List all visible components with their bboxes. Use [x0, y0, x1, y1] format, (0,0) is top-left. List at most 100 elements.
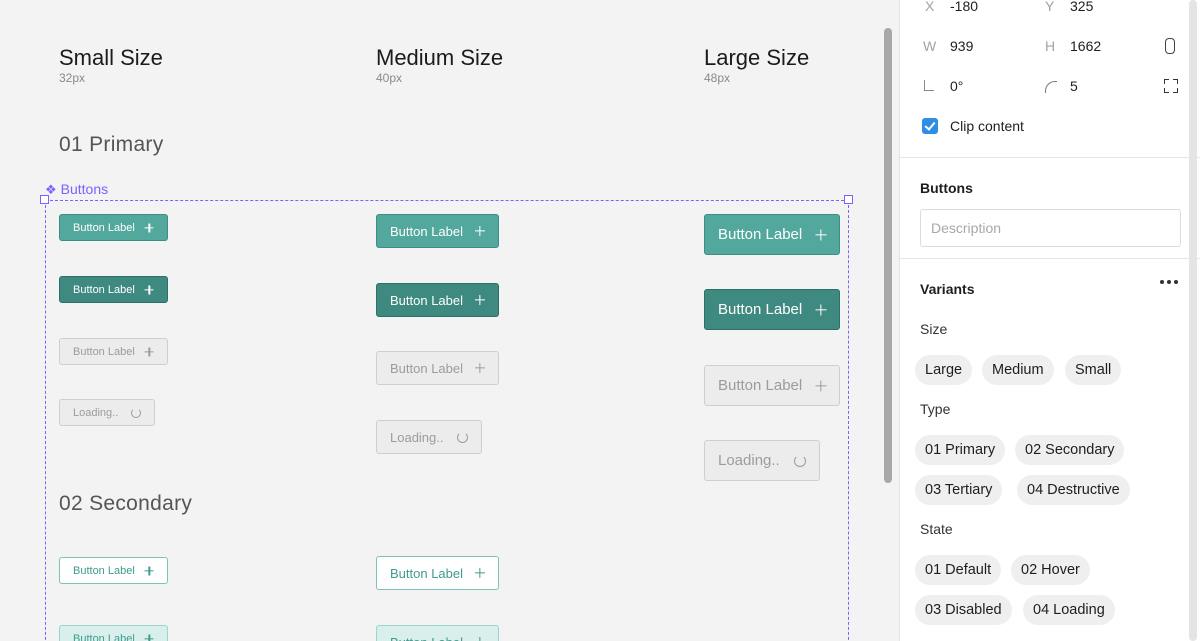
- x-value-input[interactable]: -180: [950, 0, 978, 14]
- selection-handle-top-right[interactable]: [844, 195, 853, 204]
- component-icon: ❖: [45, 181, 57, 197]
- button-primary-small-disabled[interactable]: Button Label: [59, 338, 168, 365]
- y-value-input[interactable]: 325: [1070, 0, 1093, 14]
- button-label: Button Label: [718, 226, 803, 243]
- chip-type-tertiary[interactable]: 03 Tertiary: [915, 475, 1003, 505]
- section-title-primary: 01 Primary: [59, 133, 164, 156]
- selection-handle-top-left[interactable]: [40, 195, 49, 204]
- button-primary-large-disabled[interactable]: Button Label: [704, 365, 841, 406]
- chip-state-loading[interactable]: 04 Loading: [1023, 595, 1115, 625]
- component-set-label[interactable]: ❖ Buttons: [45, 181, 108, 197]
- type-property-label: Type: [920, 401, 951, 417]
- button-primary-medium-default[interactable]: Button Label: [376, 214, 500, 248]
- button-label: Button Label: [73, 283, 135, 296]
- plus-icon: [815, 304, 826, 315]
- button-secondary-small-default[interactable]: Button Label: [59, 557, 168, 584]
- variants-title: Variants: [920, 281, 975, 297]
- column-title-large: Large Size: [704, 45, 810, 70]
- loading-label: Loading..: [73, 406, 119, 419]
- spinner-icon: [131, 407, 142, 418]
- column-subtitle-large: 48px: [704, 71, 731, 85]
- plus-icon: [475, 295, 485, 305]
- button-primary-large-default[interactable]: Button Label: [704, 214, 841, 255]
- rotation-icon: [924, 80, 934, 91]
- chip-type-primary[interactable]: 01 Primary: [915, 435, 1006, 465]
- button-label: Button Label: [390, 292, 464, 308]
- plus-icon: [145, 634, 154, 641]
- button-primary-large-loading[interactable]: Loading..: [704, 440, 820, 481]
- chip-size-large[interactable]: Large: [915, 355, 973, 385]
- button-secondary-medium-hover[interactable]: Button Label: [376, 625, 500, 641]
- column-subtitle-small: 32px: [59, 71, 86, 85]
- chip-size-small[interactable]: Small: [1065, 355, 1122, 385]
- plus-icon: [815, 380, 826, 391]
- plus-icon: [475, 568, 485, 578]
- loading-label: Loading..: [718, 452, 780, 469]
- button-label: Button Label: [73, 564, 135, 577]
- corner-radius-input[interactable]: 5: [1070, 78, 1078, 94]
- chip-type-secondary[interactable]: 02 Secondary: [1015, 435, 1125, 465]
- corner-radius-icon: [1045, 81, 1057, 93]
- button-label: Button Label: [390, 635, 463, 641]
- y-key: Y: [1045, 0, 1055, 14]
- divider: [900, 258, 1200, 259]
- x-key: X: [925, 0, 935, 14]
- chip-type-destructive[interactable]: 04 Destructive: [1017, 475, 1130, 505]
- button-primary-small-hover[interactable]: Button Label: [59, 276, 168, 303]
- button-label: Button Label: [718, 301, 803, 318]
- design-canvas[interactable]: Small Size 32px Medium Size 40px Large S…: [0, 0, 898, 641]
- plus-icon: [145, 285, 154, 294]
- plus-icon: [145, 566, 154, 575]
- chip-state-hover[interactable]: 02 Hover: [1011, 555, 1090, 585]
- plus-icon: [815, 229, 826, 240]
- column-subtitle-medium: 40px: [376, 71, 403, 85]
- height-input[interactable]: 1662: [1070, 38, 1101, 54]
- component-title: Buttons: [920, 180, 973, 196]
- button-primary-small-loading[interactable]: Loading..: [59, 399, 156, 426]
- button-primary-medium-disabled[interactable]: Button Label: [376, 351, 500, 385]
- spinner-icon: [793, 454, 806, 467]
- w-key: W: [923, 38, 937, 54]
- rotation-input[interactable]: 0°: [950, 78, 963, 94]
- divider: [900, 157, 1200, 158]
- more-options-icon[interactable]: [1160, 280, 1178, 284]
- section-title-secondary: 02 Secondary: [59, 492, 193, 515]
- spinner-icon: [456, 431, 468, 443]
- button-label: Button Label: [718, 377, 803, 394]
- clip-content-checkbox[interactable]: [922, 118, 938, 134]
- chip-size-medium[interactable]: Medium: [982, 355, 1054, 385]
- button-primary-medium-hover[interactable]: Button Label: [376, 283, 500, 317]
- button-primary-medium-loading[interactable]: Loading..: [376, 420, 482, 454]
- chip-state-disabled[interactable]: 03 Disabled: [915, 595, 1012, 625]
- column-title-small: Small Size: [59, 45, 163, 70]
- component-set-name: Buttons: [60, 181, 109, 197]
- button-primary-small-default[interactable]: Button Label: [59, 214, 168, 241]
- column-title-medium: Medium Size: [376, 45, 504, 70]
- state-property-label: State: [920, 521, 953, 537]
- plus-icon: [475, 226, 485, 236]
- button-label: Button Label: [73, 221, 135, 234]
- chip-state-default[interactable]: 01 Default: [915, 555, 1002, 585]
- button-primary-large-hover[interactable]: Button Label: [704, 289, 841, 330]
- width-input[interactable]: 939: [950, 38, 973, 54]
- button-label: Button Label: [73, 632, 135, 641]
- independent-corners-icon[interactable]: [1164, 79, 1178, 93]
- button-label: Button Label: [390, 360, 464, 376]
- plus-icon: [145, 347, 154, 356]
- plus-icon: [475, 363, 485, 373]
- constrain-proportions-icon[interactable]: [1165, 38, 1175, 54]
- panel-scrollbar[interactable]: [1189, 0, 1197, 641]
- h-key: H: [1045, 38, 1056, 54]
- plus-icon: [145, 223, 154, 232]
- clip-content-label: Clip content: [950, 118, 1024, 134]
- button-label: Button Label: [390, 223, 464, 239]
- button-secondary-medium-default[interactable]: Button Label: [376, 556, 500, 590]
- plus-icon: [475, 637, 485, 641]
- properties-panel: X -180 Y 325 W 939 H 1662 0° 5 Clip cont…: [899, 0, 1200, 641]
- button-label: Button Label: [73, 345, 135, 358]
- loading-label: Loading..: [390, 429, 444, 445]
- canvas-scrollbar[interactable]: [884, 28, 892, 483]
- button-secondary-small-hover[interactable]: Button Label: [59, 625, 168, 641]
- description-input[interactable]: [920, 209, 1181, 247]
- button-label: Button Label: [390, 565, 464, 581]
